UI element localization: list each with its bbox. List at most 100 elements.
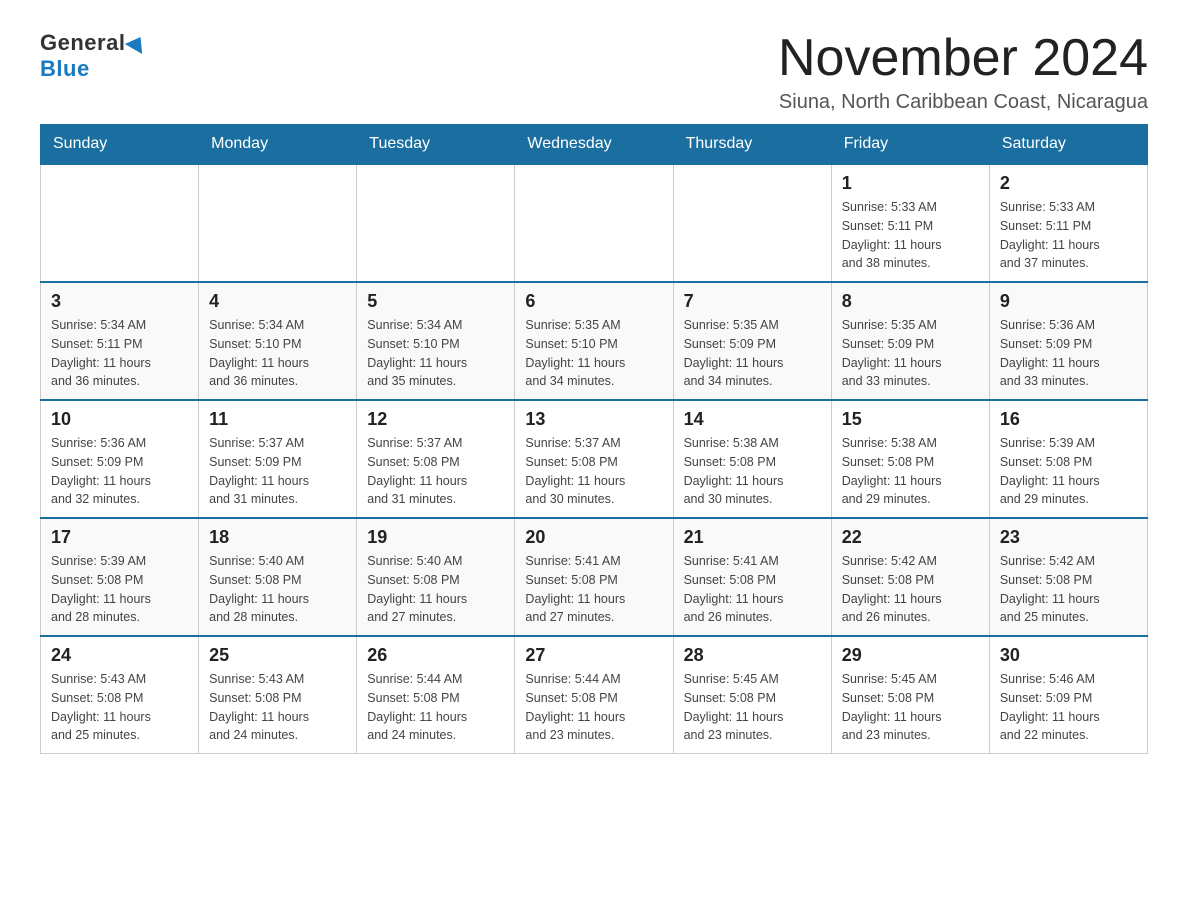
day-number: 28 [684,645,821,666]
calendar-cell: 28 Sunrise: 5:45 AM Sunset: 5:08 PM Dayli… [673,636,831,754]
day-info: Sunrise: 5:42 AM Sunset: 5:08 PM Dayligh… [842,552,979,627]
calendar-cell: 12 Sunrise: 5:37 AM Sunset: 5:08 PM Dayli… [357,400,515,518]
weekday-header-thursday: Thursday [673,125,831,165]
day-number: 13 [525,409,662,430]
day-info: Sunrise: 5:39 AM Sunset: 5:08 PM Dayligh… [1000,434,1137,509]
calendar-cell: 9 Sunrise: 5:36 AM Sunset: 5:09 PM Daylig… [989,282,1147,400]
day-info: Sunrise: 5:37 AM Sunset: 5:09 PM Dayligh… [209,434,346,509]
day-number: 26 [367,645,504,666]
calendar-week-row: 1 Sunrise: 5:33 AM Sunset: 5:11 PM Daylig… [41,164,1148,282]
day-number: 8 [842,291,979,312]
day-info: Sunrise: 5:34 AM Sunset: 5:11 PM Dayligh… [51,316,188,391]
calendar-cell: 15Sunrise: 5:38 AM Sunset: 5:08 PM Dayli… [831,400,989,518]
weekday-header-tuesday: Tuesday [357,125,515,165]
logo-blue-text: Blue [40,56,90,82]
day-number: 6 [525,291,662,312]
calendar-week-row: 24Sunrise: 5:43 AM Sunset: 5:08 PM Dayli… [41,636,1148,754]
day-info: Sunrise: 5:35 AM Sunset: 5:09 PM Dayligh… [684,316,821,391]
day-info: Sunrise: 5:33 AM Sunset: 5:11 PM Dayligh… [1000,198,1137,273]
calendar-cell: 25 Sunrise: 5:43 AM Sunset: 5:08 PM Dayli… [199,636,357,754]
weekday-header-saturday: Saturday [989,125,1147,165]
calendar-table: SundayMondayTuesdayWednesdayThursdayFrid… [40,124,1148,754]
calendar-cell: 29 Sunrise: 5:45 AM Sunset: 5:08 PM Dayli… [831,636,989,754]
calendar-cell: 7 Sunrise: 5:35 AM Sunset: 5:09 PM Daylig… [673,282,831,400]
calendar-cell: 1 Sunrise: 5:33 AM Sunset: 5:11 PM Daylig… [831,164,989,282]
day-number: 7 [684,291,821,312]
calendar-week-row: 17Sunrise: 5:39 AM Sunset: 5:08 PM Dayli… [41,518,1148,636]
calendar-cell: 2 Sunrise: 5:33 AM Sunset: 5:11 PM Daylig… [989,164,1147,282]
calendar-cell: 16 Sunrise: 5:39 AM Sunset: 5:08 PM Dayli… [989,400,1147,518]
day-info: Sunrise: 5:35 AM Sunset: 5:10 PM Dayligh… [525,316,662,391]
calendar-cell: 24Sunrise: 5:43 AM Sunset: 5:08 PM Dayli… [41,636,199,754]
day-info: Sunrise: 5:43 AM Sunset: 5:08 PM Dayligh… [209,670,346,745]
day-number: 18 [209,527,346,548]
calendar-cell: 23 Sunrise: 5:42 AM Sunset: 5:08 PM Dayli… [989,518,1147,636]
calendar-cell: 27Sunrise: 5:44 AM Sunset: 5:08 PM Dayli… [515,636,673,754]
calendar-cell: 20 Sunrise: 5:41 AM Sunset: 5:08 PM Dayli… [515,518,673,636]
calendar-cell [357,164,515,282]
day-info: Sunrise: 5:45 AM Sunset: 5:08 PM Dayligh… [842,670,979,745]
day-info: Sunrise: 5:46 AM Sunset: 5:09 PM Dayligh… [1000,670,1137,745]
weekday-header-friday: Friday [831,125,989,165]
calendar-cell: 14 Sunrise: 5:38 AM Sunset: 5:08 PM Dayli… [673,400,831,518]
day-info: Sunrise: 5:45 AM Sunset: 5:08 PM Dayligh… [684,670,821,745]
day-number: 22 [842,527,979,548]
day-info: Sunrise: 5:38 AM Sunset: 5:08 PM Dayligh… [684,434,821,509]
calendar-cell: 21Sunrise: 5:41 AM Sunset: 5:08 PM Dayli… [673,518,831,636]
title-section: November 2024 Siuna, North Caribbean Coa… [778,30,1148,114]
day-number: 19 [367,527,504,548]
day-info: Sunrise: 5:33 AM Sunset: 5:11 PM Dayligh… [842,198,979,273]
calendar-cell [673,164,831,282]
day-info: Sunrise: 5:36 AM Sunset: 5:09 PM Dayligh… [51,434,188,509]
day-info: Sunrise: 5:39 AM Sunset: 5:08 PM Dayligh… [51,552,188,627]
day-number: 12 [367,409,504,430]
day-number: 14 [684,409,821,430]
calendar-cell [199,164,357,282]
calendar-header-row: SundayMondayTuesdayWednesdayThursdayFrid… [41,125,1148,165]
day-info: Sunrise: 5:34 AM Sunset: 5:10 PM Dayligh… [367,316,504,391]
day-info: Sunrise: 5:37 AM Sunset: 5:08 PM Dayligh… [367,434,504,509]
day-number: 25 [209,645,346,666]
calendar-cell: 6 Sunrise: 5:35 AM Sunset: 5:10 PM Daylig… [515,282,673,400]
day-info: Sunrise: 5:44 AM Sunset: 5:08 PM Dayligh… [525,670,662,745]
day-info: Sunrise: 5:43 AM Sunset: 5:08 PM Dayligh… [51,670,188,745]
page-header: General Blue November 2024 Siuna, North … [40,30,1148,114]
day-info: Sunrise: 5:38 AM Sunset: 5:08 PM Dayligh… [842,434,979,509]
calendar-cell [515,164,673,282]
day-info: Sunrise: 5:34 AM Sunset: 5:10 PM Dayligh… [209,316,346,391]
day-number: 30 [1000,645,1137,666]
day-info: Sunrise: 5:40 AM Sunset: 5:08 PM Dayligh… [209,552,346,627]
calendar-cell: 19 Sunrise: 5:40 AM Sunset: 5:08 PM Dayli… [357,518,515,636]
day-number: 5 [367,291,504,312]
day-info: Sunrise: 5:35 AM Sunset: 5:09 PM Dayligh… [842,316,979,391]
calendar-cell: 4Sunrise: 5:34 AM Sunset: 5:10 PM Daylig… [199,282,357,400]
day-number: 9 [1000,291,1137,312]
day-info: Sunrise: 5:42 AM Sunset: 5:08 PM Dayligh… [1000,552,1137,627]
calendar-cell: 8 Sunrise: 5:35 AM Sunset: 5:09 PM Daylig… [831,282,989,400]
day-info: Sunrise: 5:40 AM Sunset: 5:08 PM Dayligh… [367,552,504,627]
calendar-cell: 10Sunrise: 5:36 AM Sunset: 5:09 PM Dayli… [41,400,199,518]
calendar-week-row: 10Sunrise: 5:36 AM Sunset: 5:09 PM Dayli… [41,400,1148,518]
day-info: Sunrise: 5:44 AM Sunset: 5:08 PM Dayligh… [367,670,504,745]
day-number: 1 [842,173,979,194]
day-number: 16 [1000,409,1137,430]
weekday-header-sunday: Sunday [41,125,199,165]
day-info: Sunrise: 5:37 AM Sunset: 5:08 PM Dayligh… [525,434,662,509]
calendar-cell: 17Sunrise: 5:39 AM Sunset: 5:08 PM Dayli… [41,518,199,636]
day-number: 2 [1000,173,1137,194]
calendar-cell: 11 Sunrise: 5:37 AM Sunset: 5:09 PM Dayli… [199,400,357,518]
day-info: Sunrise: 5:41 AM Sunset: 5:08 PM Dayligh… [525,552,662,627]
calendar-cell: 5 Sunrise: 5:34 AM Sunset: 5:10 PM Daylig… [357,282,515,400]
calendar-cell: 22 Sunrise: 5:42 AM Sunset: 5:08 PM Dayli… [831,518,989,636]
day-number: 11 [209,409,346,430]
logo-general-text: General [40,30,125,56]
day-number: 20 [525,527,662,548]
day-number: 3 [51,291,188,312]
weekday-header-monday: Monday [199,125,357,165]
day-info: Sunrise: 5:36 AM Sunset: 5:09 PM Dayligh… [1000,316,1137,391]
day-number: 29 [842,645,979,666]
calendar-cell: 18 Sunrise: 5:40 AM Sunset: 5:08 PM Dayli… [199,518,357,636]
weekday-header-wednesday: Wednesday [515,125,673,165]
calendar-cell [41,164,199,282]
day-number: 23 [1000,527,1137,548]
